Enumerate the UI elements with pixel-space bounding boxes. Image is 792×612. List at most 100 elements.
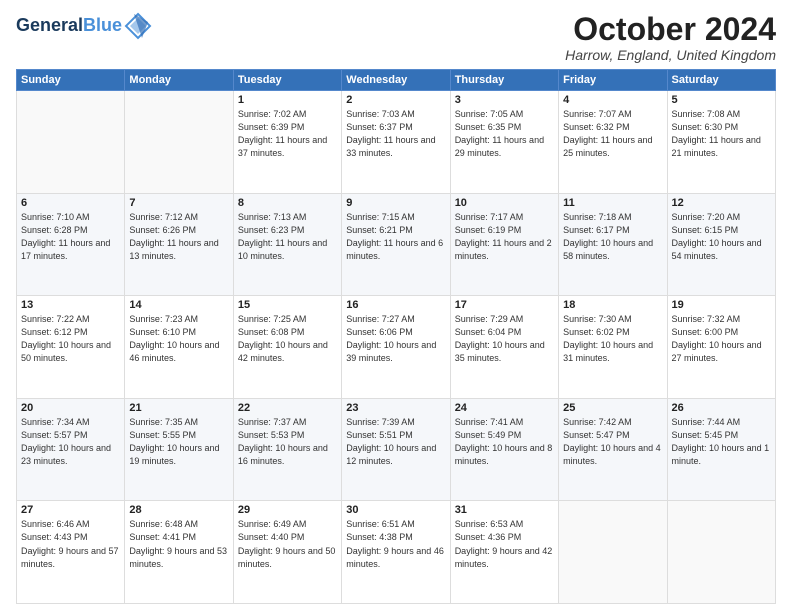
day-number: 4 xyxy=(563,94,662,106)
calendar-week-3: 13Sunrise: 7:22 AM Sunset: 6:12 PM Dayli… xyxy=(17,296,776,399)
calendar-cell xyxy=(667,501,775,604)
day-number: 1 xyxy=(238,94,337,106)
day-info: Sunrise: 6:49 AM Sunset: 4:40 PM Dayligh… xyxy=(238,518,337,570)
location: Harrow, England, United Kingdom xyxy=(565,47,776,63)
calendar-cell: 29 Sunrise: 6:49 AM Sunset: 4:40 PM Dayli… xyxy=(233,501,341,604)
calendar-cell: 15 Sunrise: 7:25 AM Sunset: 6:08 PM Dayli… xyxy=(233,296,341,399)
day-number: 19 xyxy=(672,299,771,311)
calendar-header-row: Sunday Monday Tuesday Wednesday Thursday… xyxy=(17,70,776,91)
day-info: Sunrise: 7:07 AM Sunset: 6:32 PM Dayligh… xyxy=(563,108,662,160)
day-info: Sunrise: 7:20 AM Sunset: 6:15 PM Dayligh… xyxy=(672,211,771,263)
day-info: Sunrise: 7:44 AM Sunset: 5:45 PM Dayligh… xyxy=(672,416,771,468)
calendar-cell: 25 Sunrise: 7:42 AM Sunset: 5:47 PM Dayli… xyxy=(559,398,667,501)
day-info: Sunrise: 7:27 AM Sunset: 6:06 PM Dayligh… xyxy=(346,313,445,365)
logo-text: GeneralBlue xyxy=(16,16,122,36)
calendar-cell: 16 Sunrise: 7:27 AM Sunset: 6:06 PM Dayli… xyxy=(342,296,450,399)
day-info: Sunrise: 7:17 AM Sunset: 6:19 PM Dayligh… xyxy=(455,211,554,263)
day-info: Sunrise: 6:48 AM Sunset: 4:41 PM Dayligh… xyxy=(129,518,228,570)
col-friday: Friday xyxy=(559,70,667,91)
page: GeneralBlue October 2024 Harrow, England… xyxy=(0,0,792,612)
col-saturday: Saturday xyxy=(667,70,775,91)
day-info: Sunrise: 7:22 AM Sunset: 6:12 PM Dayligh… xyxy=(21,313,120,365)
day-info: Sunrise: 6:46 AM Sunset: 4:43 PM Dayligh… xyxy=(21,518,120,570)
day-number: 21 xyxy=(129,402,228,414)
day-info: Sunrise: 7:03 AM Sunset: 6:37 PM Dayligh… xyxy=(346,108,445,160)
calendar-cell xyxy=(17,91,125,194)
calendar-week-4: 20 Sunrise: 7:34 AM Sunset: 5:57 PM Dayli… xyxy=(17,398,776,501)
calendar-cell: 17Sunrise: 7:29 AM Sunset: 6:04 PM Dayli… xyxy=(450,296,558,399)
col-wednesday: Wednesday xyxy=(342,70,450,91)
day-number: 10 xyxy=(455,197,554,209)
calendar-cell: 1Sunrise: 7:02 AM Sunset: 6:39 PM Daylig… xyxy=(233,91,341,194)
calendar-cell: 4 Sunrise: 7:07 AM Sunset: 6:32 PM Daylig… xyxy=(559,91,667,194)
day-info: Sunrise: 7:41 AM Sunset: 5:49 PM Dayligh… xyxy=(455,416,554,468)
calendar-week-1: 1Sunrise: 7:02 AM Sunset: 6:39 PM Daylig… xyxy=(17,91,776,194)
calendar-cell: 12 Sunrise: 7:20 AM Sunset: 6:15 PM Dayli… xyxy=(667,193,775,296)
day-number: 22 xyxy=(238,402,337,414)
day-number: 17 xyxy=(455,299,554,311)
calendar-week-2: 6Sunrise: 7:10 AM Sunset: 6:28 PM Daylig… xyxy=(17,193,776,296)
day-info: Sunrise: 7:30 AM Sunset: 6:02 PM Dayligh… xyxy=(563,313,662,365)
day-number: 9 xyxy=(346,197,445,209)
day-info: Sunrise: 7:37 AM Sunset: 5:53 PM Dayligh… xyxy=(238,416,337,468)
calendar-cell: 9 Sunrise: 7:15 AM Sunset: 6:21 PM Daylig… xyxy=(342,193,450,296)
calendar-cell: 24 Sunrise: 7:41 AM Sunset: 5:49 PM Dayli… xyxy=(450,398,558,501)
calendar-cell: 22 Sunrise: 7:37 AM Sunset: 5:53 PM Dayli… xyxy=(233,398,341,501)
calendar-cell: 2 Sunrise: 7:03 AM Sunset: 6:37 PM Daylig… xyxy=(342,91,450,194)
day-number: 28 xyxy=(129,504,228,516)
calendar-cell: 8Sunrise: 7:13 AM Sunset: 6:23 PM Daylig… xyxy=(233,193,341,296)
day-number: 26 xyxy=(672,402,771,414)
day-number: 2 xyxy=(346,94,445,106)
col-thursday: Thursday xyxy=(450,70,558,91)
day-number: 12 xyxy=(672,197,771,209)
calendar-cell: 10 Sunrise: 7:17 AM Sunset: 6:19 PM Dayli… xyxy=(450,193,558,296)
day-info: Sunrise: 6:53 AM Sunset: 4:36 PM Dayligh… xyxy=(455,518,554,570)
day-info: Sunrise: 7:08 AM Sunset: 6:30 PM Dayligh… xyxy=(672,108,771,160)
calendar-cell: 31 Sunrise: 6:53 AM Sunset: 4:36 PM Dayli… xyxy=(450,501,558,604)
header: GeneralBlue October 2024 Harrow, England… xyxy=(16,12,776,63)
col-sunday: Sunday xyxy=(17,70,125,91)
calendar-cell: 23 Sunrise: 7:39 AM Sunset: 5:51 PM Dayli… xyxy=(342,398,450,501)
day-number: 25 xyxy=(563,402,662,414)
day-number: 11 xyxy=(563,197,662,209)
calendar-cell: 14 Sunrise: 7:23 AM Sunset: 6:10 PM Dayli… xyxy=(125,296,233,399)
day-number: 24 xyxy=(455,402,554,414)
day-info: Sunrise: 6:51 AM Sunset: 4:38 PM Dayligh… xyxy=(346,518,445,570)
calendar-cell: 20 Sunrise: 7:34 AM Sunset: 5:57 PM Dayli… xyxy=(17,398,125,501)
day-info: Sunrise: 7:39 AM Sunset: 5:51 PM Dayligh… xyxy=(346,416,445,468)
calendar-cell: 18 Sunrise: 7:30 AM Sunset: 6:02 PM Dayli… xyxy=(559,296,667,399)
day-info: Sunrise: 7:15 AM Sunset: 6:21 PM Dayligh… xyxy=(346,211,445,263)
day-info: Sunrise: 7:18 AM Sunset: 6:17 PM Dayligh… xyxy=(563,211,662,263)
calendar-cell xyxy=(125,91,233,194)
day-info: Sunrise: 7:34 AM Sunset: 5:57 PM Dayligh… xyxy=(21,416,120,468)
month-title: October 2024 xyxy=(565,12,776,47)
day-info: Sunrise: 7:10 AM Sunset: 6:28 PM Dayligh… xyxy=(21,211,120,263)
day-number: 29 xyxy=(238,504,337,516)
day-info: Sunrise: 7:42 AM Sunset: 5:47 PM Dayligh… xyxy=(563,416,662,468)
day-number: 16 xyxy=(346,299,445,311)
day-number: 14 xyxy=(129,299,228,311)
logo: GeneralBlue xyxy=(16,12,152,40)
day-number: 20 xyxy=(21,402,120,414)
calendar-cell: 21Sunrise: 7:35 AM Sunset: 5:55 PM Dayli… xyxy=(125,398,233,501)
day-info: Sunrise: 7:32 AM Sunset: 6:00 PM Dayligh… xyxy=(672,313,771,365)
calendar-cell: 11 Sunrise: 7:18 AM Sunset: 6:17 PM Dayli… xyxy=(559,193,667,296)
calendar-cell: 28 Sunrise: 6:48 AM Sunset: 4:41 PM Dayli… xyxy=(125,501,233,604)
col-monday: Monday xyxy=(125,70,233,91)
calendar-cell: 19 Sunrise: 7:32 AM Sunset: 6:00 PM Dayli… xyxy=(667,296,775,399)
day-number: 8 xyxy=(238,197,337,209)
day-number: 31 xyxy=(455,504,554,516)
col-tuesday: Tuesday xyxy=(233,70,341,91)
day-number: 23 xyxy=(346,402,445,414)
title-block: October 2024 Harrow, England, United Kin… xyxy=(565,12,776,63)
calendar-cell: 6Sunrise: 7:10 AM Sunset: 6:28 PM Daylig… xyxy=(17,193,125,296)
calendar-cell xyxy=(559,501,667,604)
day-number: 18 xyxy=(563,299,662,311)
day-number: 15 xyxy=(238,299,337,311)
day-info: Sunrise: 7:25 AM Sunset: 6:08 PM Dayligh… xyxy=(238,313,337,365)
calendar-cell: 26 Sunrise: 7:44 AM Sunset: 5:45 PM Dayli… xyxy=(667,398,775,501)
day-info: Sunrise: 7:23 AM Sunset: 6:10 PM Dayligh… xyxy=(129,313,228,365)
calendar-cell: 7Sunrise: 7:12 AM Sunset: 6:26 PM Daylig… xyxy=(125,193,233,296)
day-number: 27 xyxy=(21,504,120,516)
calendar-cell: 27 Sunrise: 6:46 AM Sunset: 4:43 PM Dayli… xyxy=(17,501,125,604)
